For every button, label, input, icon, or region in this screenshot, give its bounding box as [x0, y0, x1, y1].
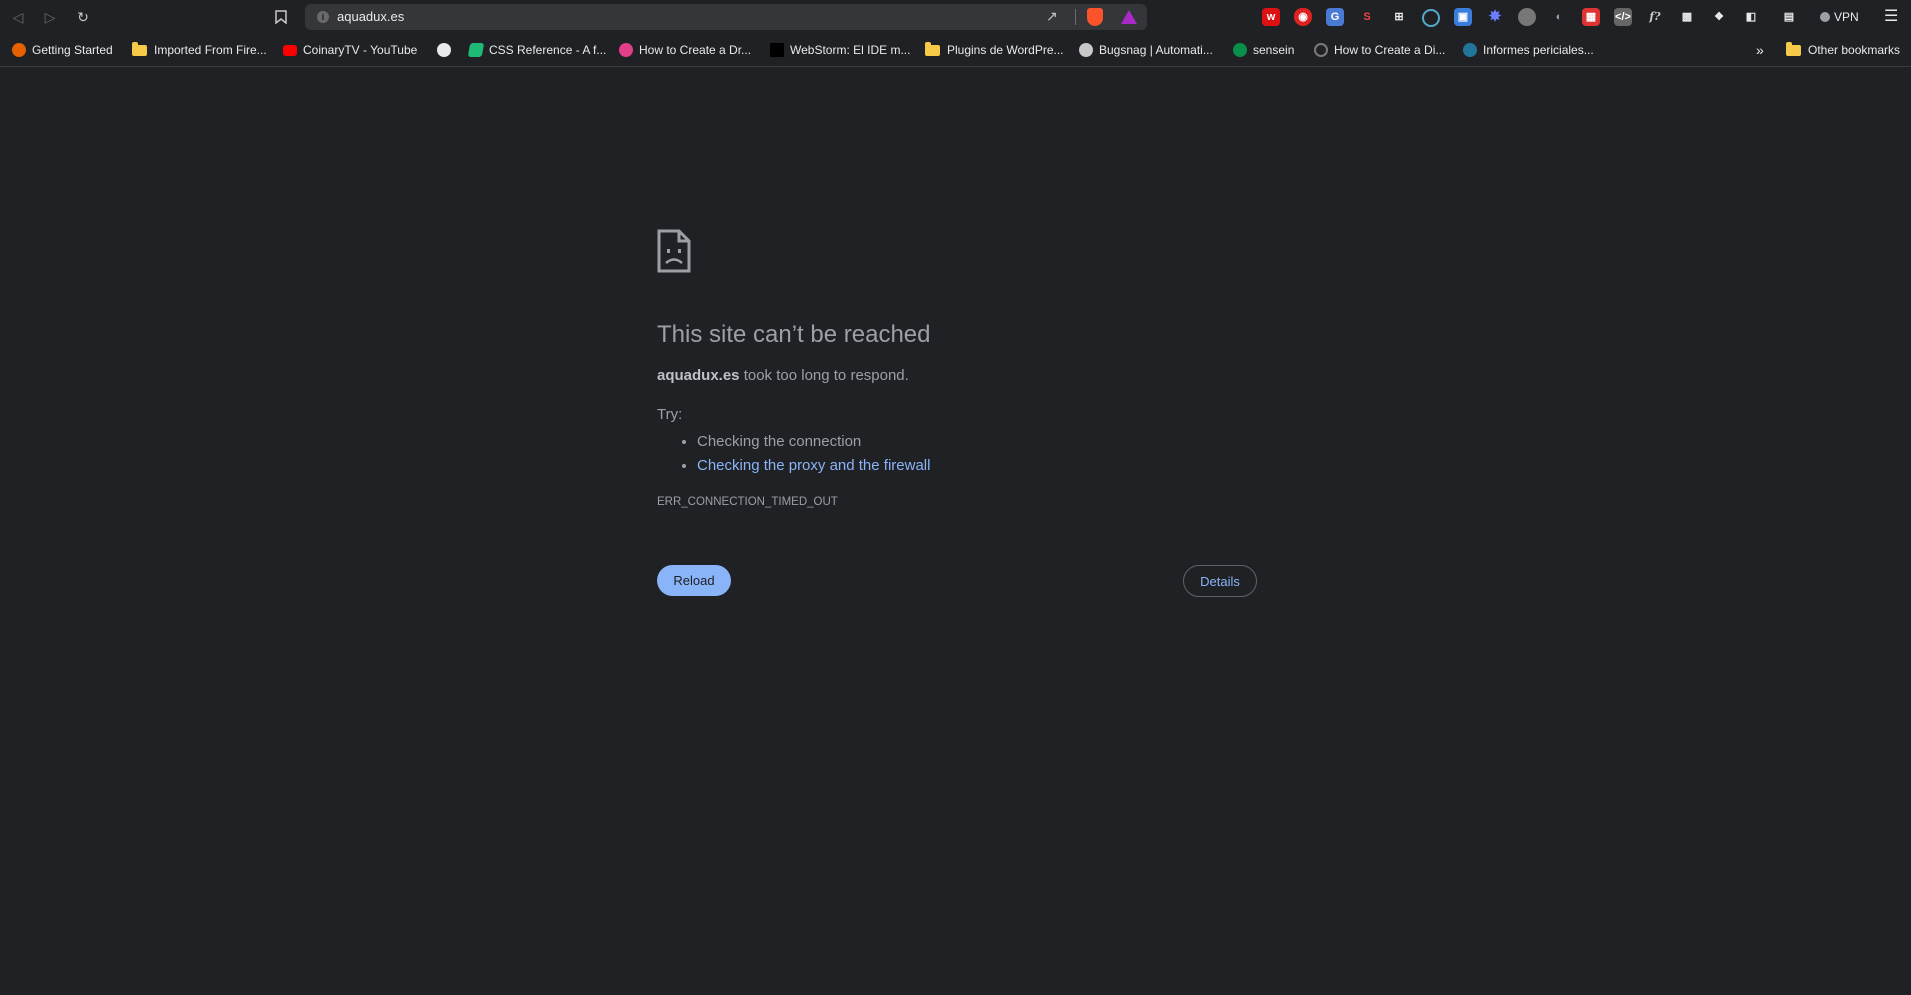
picture-in-picture-icon[interactable]: ▩: [1678, 8, 1696, 26]
shield-extension-icon[interactable]: ◉: [1294, 8, 1312, 26]
sensein-icon: [1233, 43, 1247, 57]
suggestion-check-proxy-firewall[interactable]: Checking the proxy and the firewall: [697, 454, 930, 478]
youtube-icon: [283, 44, 297, 56]
bookmark-label: Imported From Fire...: [154, 43, 267, 57]
suggestion-list: Checking the connection Checking the pro…: [657, 430, 930, 478]
address-bar[interactable]: i aquadux.es ↗: [305, 4, 1147, 30]
bookmark-label: How to Create a Dr...: [639, 43, 752, 57]
proxy-firewall-link[interactable]: Checking the proxy and the firewall: [697, 457, 930, 474]
folder-icon: [1786, 41, 1801, 56]
error-description: aquadux.es took too long to respond.: [657, 367, 909, 384]
browser-toolbar: ◁ ▷ ↻ i aquadux.es ↗ w ◉ G S ⊞ ▣ ✸ ◐ ▦ <…: [0, 0, 1911, 34]
bookmark-bugsnag[interactable]: Bugsnag | Automati...: [1079, 41, 1213, 59]
font-extension-icon[interactable]: f?: [1646, 8, 1664, 26]
bookmark-label: WebStorm: El IDE m...: [790, 43, 911, 57]
bookmark-label: Getting Started: [32, 43, 113, 57]
folder-icon: [132, 41, 147, 56]
bookmarks-bar: Getting Started Imported From Fire... Co…: [0, 34, 1911, 67]
bookmark-css-reference[interactable]: CSS Reference - A f...: [467, 41, 607, 59]
details-button[interactable]: Details: [1183, 565, 1257, 597]
bookmark-getting-started[interactable]: Getting Started: [12, 41, 113, 59]
menu-icon[interactable]: ☰: [1884, 6, 1898, 26]
grid-extension-icon[interactable]: ▦: [1582, 8, 1600, 26]
extensions-puzzle-icon[interactable]: ❖: [1710, 8, 1728, 26]
database-extension-icon[interactable]: [1518, 8, 1536, 26]
spinner-icon: [1314, 43, 1328, 57]
firefox-icon: [12, 43, 26, 57]
forward-icon[interactable]: ▷: [39, 6, 61, 28]
bookmark-label: Plugins de WordPre...: [947, 43, 1064, 57]
other-bookmarks[interactable]: Other bookmarks: [1786, 41, 1900, 59]
bookmark-coinarytv[interactable]: CoinaryTV - YouTube: [283, 41, 417, 59]
brave-rewards-icon[interactable]: [1121, 10, 1137, 24]
vpn-label: VPN: [1834, 10, 1859, 24]
other-bookmarks-label: Other bookmarks: [1808, 43, 1901, 57]
bookmark-icon[interactable]: [270, 6, 292, 28]
pink-asterisk-icon: [619, 43, 633, 57]
bookmark-imported-from-firefox[interactable]: Imported From Fire...: [132, 41, 267, 59]
vpn-status-icon: [1820, 12, 1830, 22]
sad-document-icon: [657, 229, 691, 273]
url-text[interactable]: aquadux.es: [337, 9, 404, 24]
vpn-button[interactable]: VPN: [1820, 8, 1859, 26]
wallet-icon[interactable]: ▤: [1780, 8, 1798, 26]
try-label: Try:: [657, 406, 683, 423]
bookmark-label: CSS Reference - A f...: [489, 43, 607, 57]
error-title: This site can’t be reached: [657, 321, 931, 348]
css-reference-icon: [467, 43, 485, 57]
bookmark-label: How to Create a Di...: [1334, 43, 1446, 57]
sidebar-icon[interactable]: ◧: [1742, 8, 1760, 26]
error-code: ERR_CONNECTION_TIMED_OUT: [657, 496, 838, 508]
folder-icon: [925, 41, 940, 56]
bookmark-label: Informes periciales...: [1483, 43, 1594, 57]
brave-shields-icon[interactable]: [1087, 8, 1103, 26]
color-picker-extension-icon[interactable]: [1422, 9, 1440, 27]
reload-icon[interactable]: ↻: [72, 6, 94, 28]
translate-extension-icon[interactable]: G: [1326, 8, 1344, 26]
bookmark-webstorm[interactable]: WebStorm: El IDE m...: [770, 41, 910, 59]
bookmark-how-to-create-di[interactable]: How to Create a Di...: [1314, 41, 1445, 59]
bookmark-how-to-create-dr[interactable]: How to Create a Dr...: [619, 41, 751, 59]
extension-w-icon[interactable]: w: [1262, 8, 1280, 26]
circle-extension-icon[interactable]: ◐: [1550, 8, 1568, 26]
suggestion-check-connection: Checking the connection: [697, 430, 930, 454]
error-message: took too long to respond.: [743, 367, 909, 384]
bookmark-label: Bugsnag | Automati...: [1099, 43, 1213, 57]
gear-extension-icon[interactable]: ✸: [1486, 8, 1504, 26]
window-extension-icon[interactable]: ▣: [1454, 8, 1472, 26]
bookmarks-overflow-button[interactable]: »: [1756, 41, 1764, 59]
divider: [1075, 9, 1076, 25]
share-icon[interactable]: ↗: [1046, 8, 1058, 25]
s-extension-icon[interactable]: S: [1358, 8, 1376, 26]
bookmark-plugins-wordpress[interactable]: Plugins de WordPre...: [925, 41, 1064, 59]
suggestion-text: Checking the connection: [697, 433, 862, 450]
measure-extension-icon[interactable]: ⊞: [1390, 8, 1408, 26]
bookmark-sensein[interactable]: sensein: [1233, 41, 1294, 59]
site-info-icon[interactable]: i: [317, 11, 329, 23]
globe-icon: [437, 43, 451, 57]
reload-button[interactable]: Reload: [657, 565, 731, 596]
bookmark-label: sensein: [1253, 43, 1295, 57]
bookmark-informes-periciales[interactable]: Informes periciales...: [1463, 41, 1594, 59]
code-extension-icon[interactable]: </>: [1614, 8, 1632, 26]
bugsnag-icon: [1079, 43, 1093, 57]
bookmark-globe[interactable]: [437, 41, 457, 59]
back-icon[interactable]: ◁: [7, 6, 29, 28]
webstorm-icon: [770, 43, 784, 57]
wordpress-icon: [1463, 43, 1477, 57]
error-host: aquadux.es: [657, 367, 740, 384]
bookmark-label: CoinaryTV - YouTube: [303, 43, 418, 57]
chevron-double-right-icon: »: [1756, 42, 1764, 58]
